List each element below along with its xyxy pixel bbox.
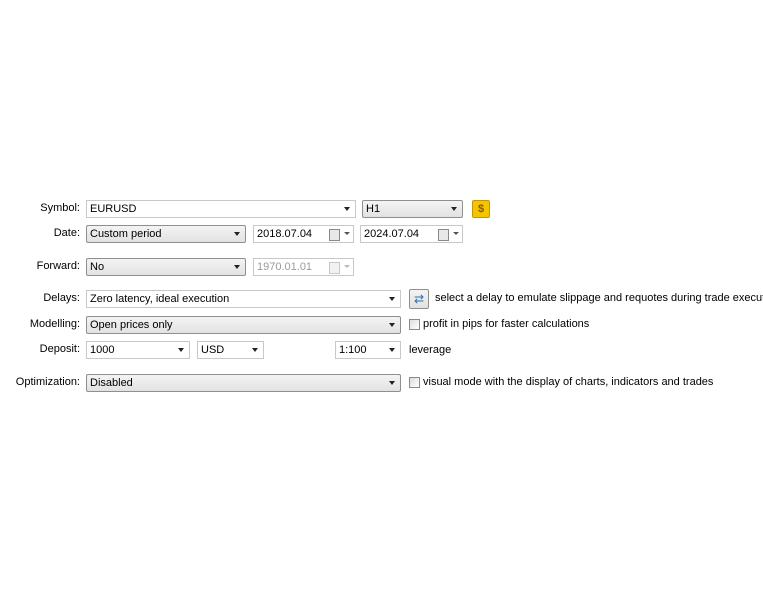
period-combo[interactable]: H1: [362, 200, 463, 218]
calendar-icon[interactable]: [438, 229, 449, 241]
chevron-down-icon: [389, 323, 395, 327]
delays-value: Zero latency, ideal execution: [90, 293, 230, 305]
delay-settings-icon[interactable]: ⇄: [409, 289, 429, 309]
chevron-down-icon: [344, 207, 350, 211]
optimization-label: Optimization:: [15, 376, 80, 388]
symbol-value: EURUSD: [90, 203, 137, 215]
modelling-value: Open prices only: [90, 319, 173, 331]
date-from-value: 2018.07.04: [257, 228, 313, 240]
chevron-down-icon: [234, 265, 240, 269]
chevron-down-icon: [451, 207, 457, 211]
deposit-combo[interactable]: 1000: [86, 341, 190, 359]
calendar-icon: [329, 262, 340, 274]
calendar-icon[interactable]: [329, 229, 340, 241]
currency-combo[interactable]: USD: [197, 341, 264, 359]
delays-label: Delays:: [43, 292, 80, 304]
currency-value: USD: [201, 344, 225, 356]
period-value: H1: [366, 203, 381, 215]
chevron-down-icon: [344, 265, 350, 268]
modelling-label: Modelling:: [29, 318, 80, 330]
date-to-value: 2024.07.04: [364, 228, 420, 240]
forward-date-picker: 1970.01.01: [253, 258, 354, 276]
delays-combo[interactable]: Zero latency, ideal execution: [86, 290, 401, 308]
chevron-down-icon: [389, 348, 395, 352]
leverage-combo[interactable]: 1:100: [335, 341, 401, 359]
profit-in-pips-checkbox[interactable]: [409, 319, 420, 330]
date-mode-value: Custom period: [90, 228, 162, 240]
chevron-down-icon: [389, 297, 395, 301]
deposit-label: Deposit:: [39, 343, 80, 355]
symbol-label: Symbol:: [40, 202, 80, 214]
forward-label: Forward:: [36, 260, 80, 272]
chevron-down-icon: [344, 232, 350, 235]
modelling-combo[interactable]: Open prices only: [86, 316, 401, 334]
date-to-picker[interactable]: 2024.07.04: [360, 225, 463, 243]
forward-value: No: [90, 261, 105, 273]
date-mode-combo[interactable]: Custom period: [86, 225, 246, 243]
chevron-down-icon: [234, 232, 240, 236]
profit-in-pips-label: profit in pips for faster calculations: [423, 318, 590, 330]
symbol-combo[interactable]: EURUSD: [86, 200, 356, 218]
leverage-label: leverage: [409, 344, 452, 356]
chevron-down-icon: [252, 348, 258, 352]
forward-combo[interactable]: No: [86, 258, 246, 276]
dollar-icon[interactable]: $: [472, 200, 490, 218]
date-label: Date:: [53, 227, 80, 239]
visual-mode-checkbox[interactable]: [409, 377, 420, 388]
optimization-value: Disabled: [90, 377, 133, 389]
optimization-combo[interactable]: Disabled: [86, 374, 401, 392]
date-from-picker[interactable]: 2018.07.04: [253, 225, 354, 243]
deposit-value: 1000: [90, 344, 115, 356]
chevron-down-icon: [389, 381, 395, 385]
leverage-value: 1:100: [339, 344, 367, 356]
chevron-down-icon: [453, 232, 459, 235]
forward-date-value: 1970.01.01: [257, 261, 313, 273]
chevron-down-icon: [178, 348, 184, 352]
visual-mode-label: visual mode with the display of charts, …: [423, 376, 714, 388]
delays-hint: select a delay to emulate slippage and r…: [435, 292, 763, 304]
